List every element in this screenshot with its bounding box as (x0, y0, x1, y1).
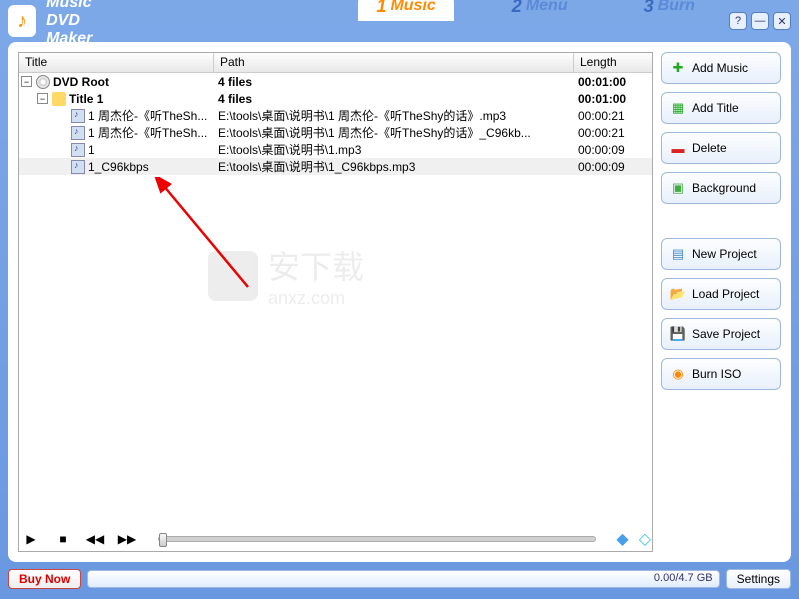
collapse-icon[interactable]: − (21, 76, 32, 87)
disc-icon (36, 75, 50, 89)
disc-burn-icon: ◉ (670, 366, 686, 382)
help-button[interactable]: ? (729, 12, 747, 30)
stop-button[interactable]: ■ (52, 530, 74, 548)
music-note-icon: ♪ (17, 10, 27, 33)
move-up-button[interactable]: ◆ (616, 529, 628, 549)
add-title-button[interactable]: ▦Add Title (661, 92, 781, 124)
load-project-button[interactable]: 📂Load Project (661, 278, 781, 310)
list-item[interactable]: 1 周杰伦-《听TheSh... E:\tools\桌面\说明书\1 周杰伦-《… (19, 124, 652, 141)
app-logo: ♪ (8, 5, 36, 37)
image-icon: ▣ (670, 180, 686, 196)
app-title: Music DVD Maker (46, 0, 92, 48)
play-button[interactable]: ▶ (20, 530, 42, 548)
burn-iso-button[interactable]: ◉Burn ISO (661, 358, 781, 390)
music-file-icon (71, 109, 85, 123)
list-item[interactable]: 1 周杰伦-《听TheSh... E:\tools\桌面\说明书\1 周杰伦-《… (19, 107, 652, 124)
col-header-length[interactable]: Length (574, 53, 652, 72)
music-file-icon (71, 126, 85, 140)
file-icon: ▤ (670, 246, 686, 262)
plus-icon: ✚ (670, 60, 686, 76)
settings-button[interactable]: Settings (726, 569, 791, 589)
tab-menu[interactable]: 2 Menu (494, 0, 586, 21)
music-file-icon (71, 160, 85, 174)
save-project-button[interactable]: 💾Save Project (661, 318, 781, 350)
next-button[interactable]: ▶▶ (116, 530, 138, 548)
save-icon: 💾 (670, 326, 686, 342)
background-button[interactable]: ▣Background (661, 172, 781, 204)
list-item[interactable]: 1_C96kbps E:\tools\桌面\说明书\1_C96kbps.mp3 … (19, 158, 652, 175)
tree-root-row[interactable]: −DVD Root 4 files 00:01:00 (19, 73, 652, 90)
disc-usage-text: 0.00/4.7 GB (654, 572, 713, 584)
col-header-path[interactable]: Path (214, 53, 574, 72)
folder-open-icon: 📂 (670, 286, 686, 302)
list-item[interactable]: 1 E:\tools\桌面\说明书\1.mp3 00:00:09 (19, 141, 652, 158)
disc-usage-bar: 0.00/4.7 GB (87, 570, 719, 588)
minus-icon: ▬ (670, 140, 686, 156)
delete-button[interactable]: ▬Delete (661, 132, 781, 164)
close-button[interactable]: ✕ (773, 12, 791, 30)
move-down-button[interactable]: ◇ (639, 529, 651, 549)
tree-title-row[interactable]: −Title 1 4 files 00:01:00 (19, 90, 652, 107)
add-music-button[interactable]: ✚Add Music (661, 52, 781, 84)
list-header: Title Path Length (19, 53, 652, 73)
file-list-panel: Title Path Length −DVD Root 4 files 00:0… (18, 52, 653, 552)
minimize-button[interactable]: — (751, 12, 769, 30)
collapse-icon[interactable]: − (37, 93, 48, 104)
prev-button[interactable]: ◀◀ (84, 530, 106, 548)
slider-thumb[interactable] (159, 533, 167, 547)
buy-now-button[interactable]: Buy Now (8, 569, 81, 589)
music-file-icon (71, 143, 85, 157)
seek-slider[interactable] (158, 536, 596, 542)
col-header-title[interactable]: Title (19, 53, 214, 72)
add-title-icon: ▦ (670, 100, 686, 116)
tab-burn[interactable]: 3 Burn (626, 0, 713, 21)
folder-icon (52, 92, 66, 106)
tab-music[interactable]: 1 Music (358, 0, 453, 21)
new-project-button[interactable]: ▤New Project (661, 238, 781, 270)
